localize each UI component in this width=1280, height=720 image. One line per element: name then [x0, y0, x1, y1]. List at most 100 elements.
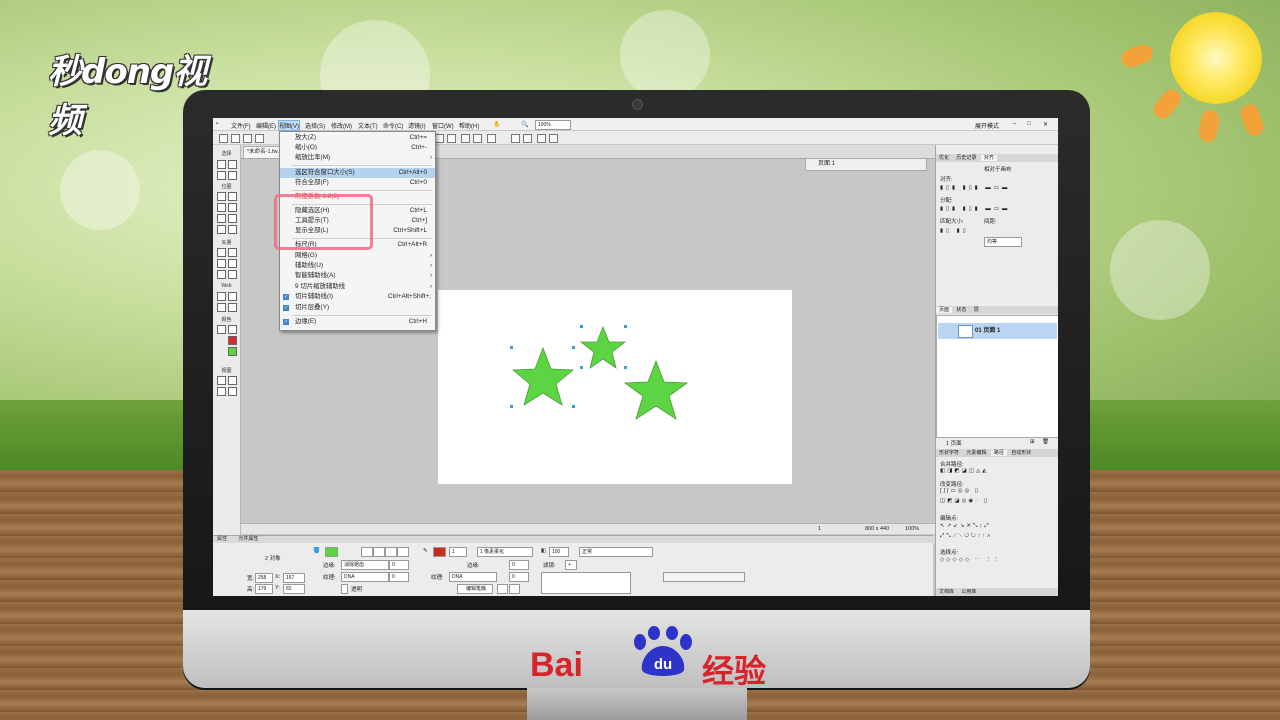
tab-optimize[interactable]: 优化 [936, 155, 952, 161]
menu-item-fit-selection[interactable]: 选区符合窗口大小(S) Ctrl+Alt+0 [280, 168, 435, 178]
stroke-texture-select[interactable]: DNA [449, 572, 497, 582]
fill-pattern-button[interactable] [385, 547, 397, 557]
filters-list[interactable] [541, 572, 631, 594]
page-row[interactable]: 01 页面 1 [938, 323, 1057, 339]
stroke-edge-number[interactable]: 0 [509, 560, 529, 570]
line-tool-icon[interactable] [217, 248, 226, 257]
stroke-style-select[interactable]: 1 像素柔化 [477, 547, 533, 557]
edit-points-icons[interactable]: ↖↗↙↘✕⤡↕⤢ [940, 523, 991, 530]
selection-handle[interactable] [624, 325, 627, 328]
symbol-properties-tab[interactable]: 元件属性 [238, 536, 258, 542]
status-zoom[interactable]: 100% [905, 526, 919, 532]
lasso-tool-icon[interactable] [228, 192, 237, 201]
width-field[interactable]: 258 [255, 573, 273, 583]
fill-solid-button[interactable] [361, 547, 373, 557]
hide-slices-icon[interactable] [217, 303, 226, 312]
magic-wand-tool-icon[interactable] [217, 203, 226, 212]
menu-text[interactable]: 文本(T) [358, 121, 378, 130]
stroke-size-field[interactable]: 1 [449, 547, 467, 557]
zoom-tool-icon[interactable] [228, 387, 237, 396]
selection-handle[interactable] [510, 346, 513, 349]
paint-bucket-tool-icon[interactable] [228, 325, 237, 334]
close-icon[interactable]: ✕ [1043, 121, 1048, 128]
crop-tool-icon[interactable] [228, 171, 237, 180]
blend-mode-select[interactable]: 正常 [579, 547, 653, 557]
y-field[interactable]: 82 [283, 584, 305, 594]
zoom-select[interactable]: 100% [535, 120, 571, 130]
blur-tool-icon[interactable] [217, 225, 226, 234]
symbol-select[interactable] [663, 572, 745, 582]
menu-item-fit-all[interactable]: 符合全部(F) Ctrl+0 [280, 178, 435, 188]
eyedropper-tool-icon[interactable] [217, 325, 226, 334]
stroke-option-button[interactable] [497, 584, 508, 594]
select-points-icons[interactable]: ◇◇◇◇◇ ⋯ ⋮⋮ [940, 557, 1001, 563]
marquee-tool-icon[interactable] [217, 192, 226, 201]
menu-view[interactable]: 视图(V) [278, 120, 300, 131]
hand-tool-icon[interactable] [217, 387, 226, 396]
star-shape-tool-icon[interactable] [217, 259, 226, 268]
selection-handle[interactable] [580, 366, 583, 369]
flip-v-icon[interactable] [549, 134, 558, 143]
selection-handle[interactable] [510, 405, 513, 408]
freeform-tool-icon[interactable] [217, 270, 226, 279]
new-page-icon[interactable]: ⊞ [1030, 439, 1035, 445]
transparent-checkbox[interactable] [341, 584, 348, 594]
full-screen-icon[interactable] [228, 376, 237, 385]
stroke-texture-number[interactable]: 0 [509, 572, 529, 582]
menu-item-grid[interactable]: 网格(G) › [280, 251, 435, 261]
zoom-icon[interactable]: 🔍 [521, 121, 528, 128]
new-file-icon[interactable] [219, 134, 228, 143]
page-selector[interactable]: 页面 1 [805, 158, 927, 171]
workspace-mode[interactable]: 展开模式 [975, 121, 999, 130]
fill-edge-select[interactable]: 消除锯齿 [341, 560, 389, 570]
x-field[interactable]: 167 [283, 573, 305, 583]
menu-item-slice-overlay[interactable]: ✓ 切片层叠(Y) [280, 303, 435, 313]
menu-item-zoom-in[interactable]: 放大(Z) Ctrl+= [280, 133, 435, 143]
alter-paths-icons[interactable]: ∫∫∫▭◎◎ ▯ [940, 488, 980, 494]
properties-tab[interactable]: 属性 [217, 536, 227, 542]
tab-path[interactable]: 路径 [990, 450, 1007, 456]
height-field[interactable]: 179 [255, 584, 273, 594]
tab-align[interactable]: 对齐 [980, 155, 997, 161]
tab-history[interactable]: 历史记录 [953, 155, 979, 161]
stroke-option-button-2[interactable] [509, 584, 520, 594]
menu-edit[interactable]: 编辑(E) [256, 121, 276, 130]
rotate-left-icon[interactable] [511, 134, 520, 143]
stroke-color-swatch[interactable] [228, 336, 237, 345]
menu-item-smart-guides[interactable]: 智能辅助线(A) › [280, 271, 435, 281]
minimize-button[interactable]: – [1013, 121, 1016, 127]
menu-help[interactable]: 帮助(H) [459, 121, 479, 130]
selection-handle[interactable] [624, 366, 627, 369]
stroke-color-box[interactable] [433, 547, 446, 557]
pencil-tool-icon[interactable] [217, 214, 226, 223]
tab-common-library[interactable]: 公用库 [958, 589, 979, 595]
distribute-icons[interactable]: ▮▯▮ ▮▯▮ ▬▭▬ [940, 206, 1010, 212]
import-icon[interactable] [255, 134, 264, 143]
add-filter-button[interactable]: + [565, 560, 577, 570]
fill-gradient-button[interactable] [373, 547, 385, 557]
hand-icon[interactable]: ✋ [493, 121, 500, 128]
selection-handle[interactable] [572, 405, 575, 408]
combine-paths-icons[interactable]: ◧◨◩◪◫◬◭ [940, 468, 988, 474]
spacing-select[interactable]: 均等 [984, 237, 1022, 247]
tab-shape-chars[interactable]: 形状字符 [936, 450, 962, 456]
selection-handle[interactable] [580, 325, 583, 328]
split-icon[interactable] [473, 134, 482, 143]
menu-command[interactable]: 命令(C) [383, 121, 403, 130]
tab-pages[interactable]: 页面 [936, 307, 953, 313]
artboard[interactable] [438, 290, 792, 484]
menu-modify[interactable]: 修改(M) [331, 121, 352, 130]
save-icon[interactable] [243, 134, 252, 143]
scale-tool-icon[interactable] [217, 171, 226, 180]
menu-item-slice-guides[interactable]: ✓ 切片辅助线(I) Ctrl+Alt+Shift+; [280, 292, 435, 302]
subselect-tool-icon[interactable] [228, 160, 237, 169]
tab-element-edit[interactable]: 元素编辑 [963, 450, 989, 456]
show-slices-icon[interactable] [228, 303, 237, 312]
delete-page-icon[interactable]: 🗑 [1042, 439, 1049, 445]
fill-edge-number[interactable]: 0 [389, 560, 409, 570]
fill-texture-select[interactable]: DNA [341, 572, 389, 582]
tab-doc-library[interactable]: 文档库 [936, 589, 957, 595]
standard-screen-icon[interactable] [217, 376, 226, 385]
menu-window[interactable]: 窗口(W) [432, 121, 454, 130]
opacity-field[interactable]: 100 [549, 547, 569, 557]
